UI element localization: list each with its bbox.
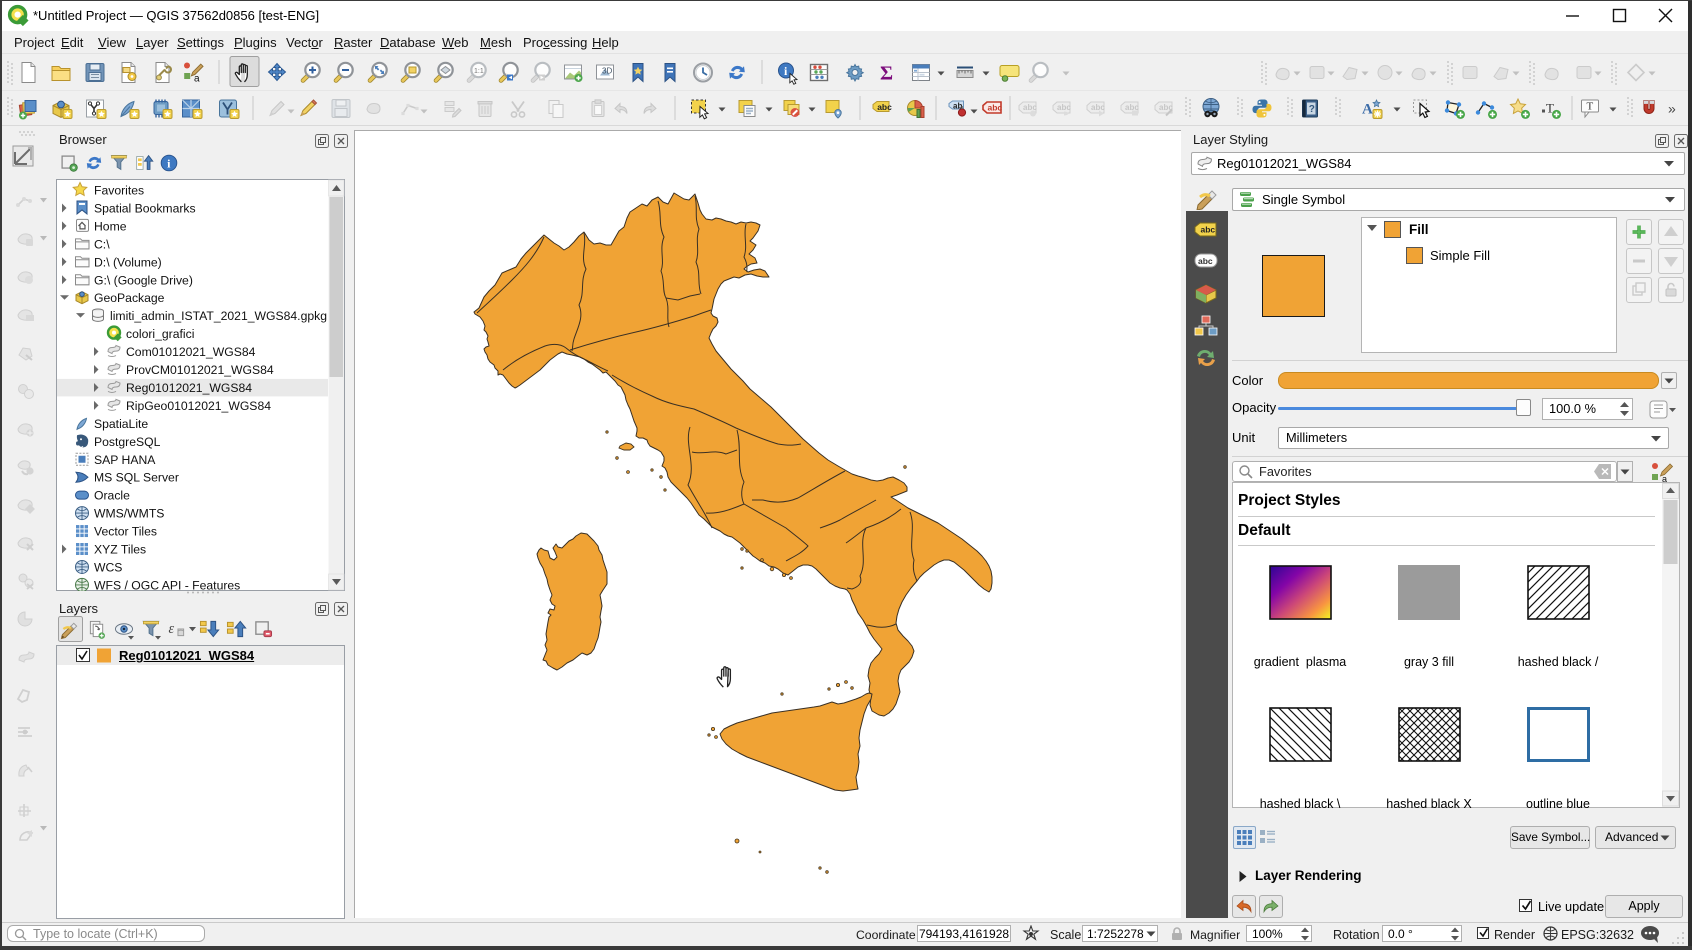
svg-text:a: a <box>194 74 200 85</box>
svg-text:limiti_admin_ISTAT_2021_WGS84.: limiti_admin_ISTAT_2021_WGS84.gpkg <box>110 309 327 323</box>
svg-text:»: » <box>1668 101 1676 117</box>
svg-text:XYZ Tiles: XYZ Tiles <box>94 543 146 557</box>
svg-text:MS SQL Server: MS SQL Server <box>94 471 179 485</box>
svg-text:SpatiaLite: SpatiaLite <box>94 417 148 431</box>
svg-text:D:\ (Volume): D:\ (Volume) <box>94 255 162 269</box>
svg-text:abc: abc <box>1201 225 1216 235</box>
svg-text:abc: abc <box>988 102 1003 112</box>
svg-text:abc: abc <box>1091 103 1105 112</box>
svg-text:SAP HANA: SAP HANA <box>94 453 156 467</box>
svg-text:Vector Tiles: Vector Tiles <box>94 525 157 539</box>
svg-text:Σ: Σ <box>880 63 893 85</box>
svg-text:abc: abc <box>1023 103 1037 112</box>
svg-text:C:\: C:\ <box>94 237 110 251</box>
svg-text:A: A <box>1362 102 1373 118</box>
svg-text:RipGeo01012021_WGS84: RipGeo01012021_WGS84 <box>126 399 271 413</box>
svg-text:G:\ (Google Drive): G:\ (Google Drive) <box>94 273 193 287</box>
svg-text:ε: ε <box>168 621 174 637</box>
svg-text:WMS/WMTS: WMS/WMTS <box>94 507 164 521</box>
svg-text:T: T <box>1587 101 1594 113</box>
svg-text:Oracle: Oracle <box>94 489 130 503</box>
svg-text:abc: abc <box>877 102 892 112</box>
svg-text:WCS: WCS <box>94 560 122 574</box>
svg-text:Spatial Bookmarks: Spatial Bookmarks <box>94 201 196 215</box>
svg-text:Reg01012021_WGS84: Reg01012021_WGS84 <box>126 381 252 395</box>
svg-text:ProvCM01012021_WGS84: ProvCM01012021_WGS84 <box>126 363 274 377</box>
svg-text:abc: abc <box>1198 256 1213 266</box>
svg-text:1:1: 1:1 <box>474 68 484 75</box>
svg-text:Favorites: Favorites <box>94 184 144 198</box>
svg-text:3D: 3D <box>602 67 612 76</box>
svg-text:colori_grafici: colori_grafici <box>126 327 194 341</box>
svg-text:PostgreSQL: PostgreSQL <box>94 435 161 449</box>
svg-text:Com01012021_WGS84: Com01012021_WGS84 <box>126 345 256 359</box>
svg-text:GeoPackage: GeoPackage <box>94 291 165 305</box>
svg-text:Home: Home <box>94 219 127 233</box>
svg-text:abc: abc <box>1057 103 1071 112</box>
svg-text:?: ? <box>1309 104 1315 115</box>
